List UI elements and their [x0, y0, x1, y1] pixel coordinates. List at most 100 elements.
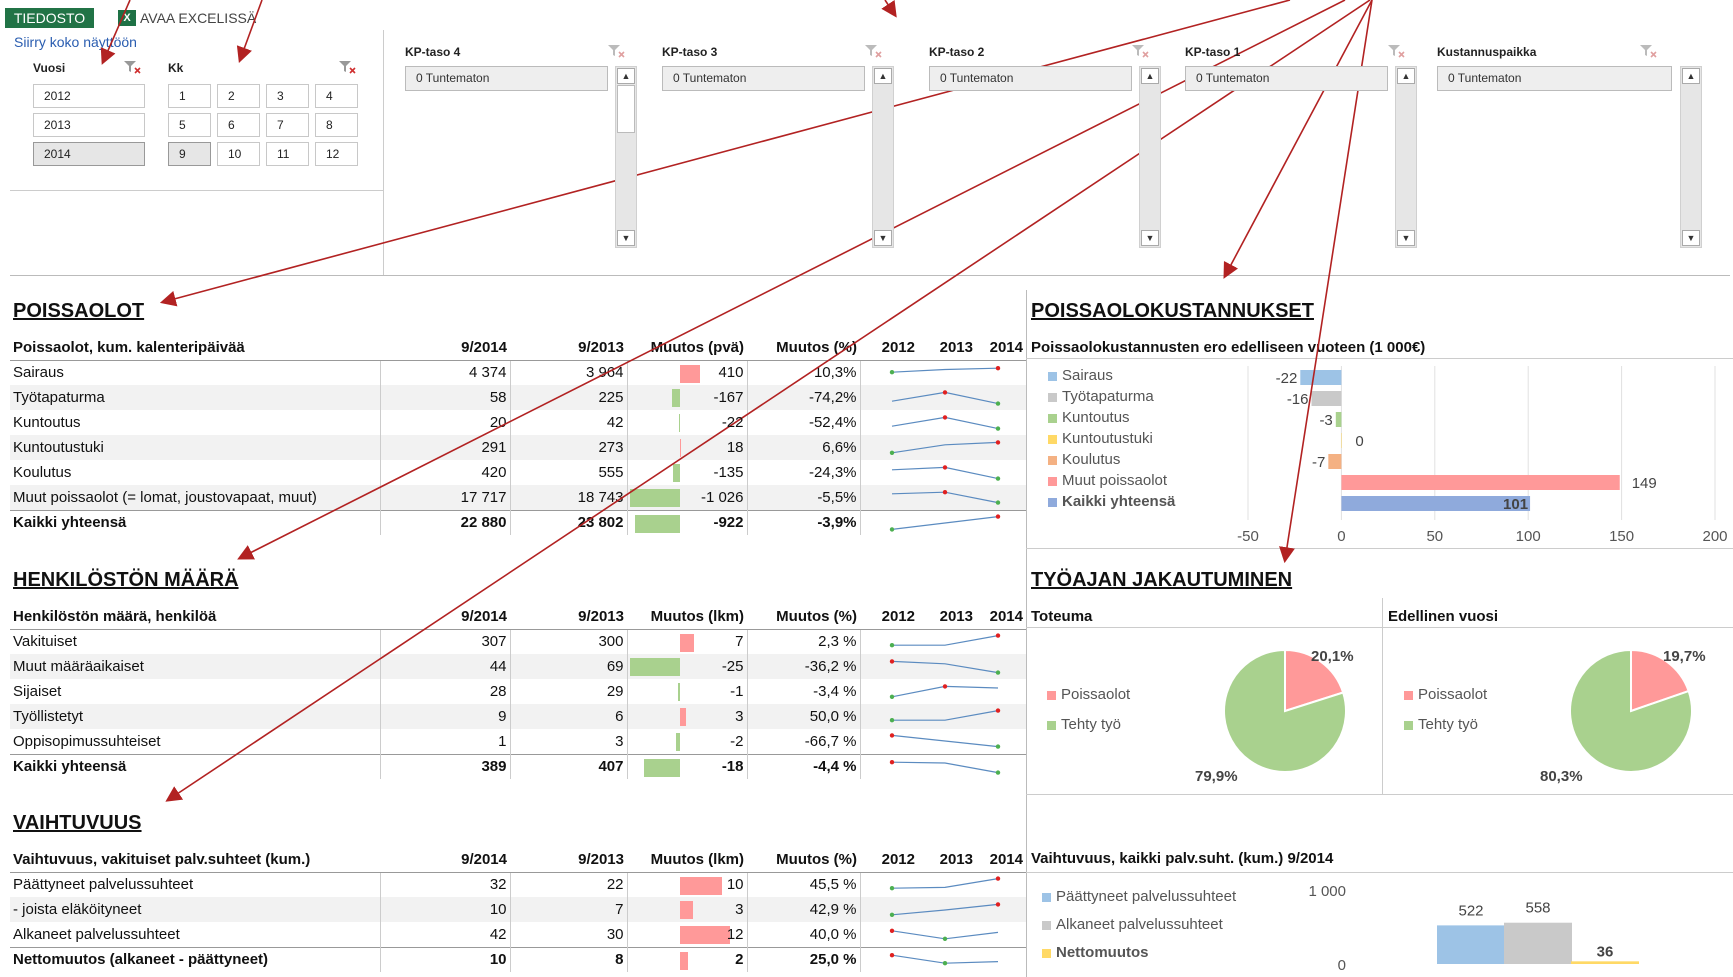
pie-value-label: 19,7%: [1663, 648, 1706, 665]
legend-swatch: [1048, 393, 1057, 402]
slicer-item[interactable]: 0 Tuntematon: [929, 66, 1132, 91]
scroll-down-icon[interactable]: ▼: [1141, 230, 1159, 246]
month-button-3[interactable]: 3: [266, 84, 309, 108]
legend-swatch: [1048, 456, 1057, 465]
legend-label: Työtapaturma: [1062, 388, 1154, 405]
scroll-down-icon[interactable]: ▼: [1682, 230, 1700, 246]
change-value: 3: [735, 901, 744, 918]
legend-swatch: [1042, 921, 1051, 930]
month-button-11[interactable]: 11: [266, 142, 309, 166]
legend-item: Kuntoutustuki: [1048, 430, 1153, 447]
legend-swatch: [1048, 498, 1057, 507]
change-value: -18: [721, 758, 744, 776]
legend-item: Poissaolot: [1047, 686, 1130, 703]
month-button-8[interactable]: 8: [315, 113, 358, 137]
change-value: -1: [730, 683, 744, 700]
change-value: -25: [721, 658, 744, 675]
month-button-2[interactable]: 2: [217, 84, 260, 108]
scroll-down-icon[interactable]: ▼: [874, 230, 892, 246]
legend-label: Tehty työ: [1061, 716, 1122, 733]
scroll-down-icon[interactable]: ▼: [617, 230, 635, 246]
clear-filter-icon[interactable]: [1131, 44, 1149, 58]
legend-label: Koulutus: [1062, 451, 1121, 468]
month-button-5[interactable]: 5: [168, 113, 211, 137]
scroll-up-icon[interactable]: ▲: [617, 68, 635, 84]
month-button-4[interactable]: 4: [315, 84, 358, 108]
legend-label: Kuntoutustuki: [1062, 430, 1153, 447]
slicer-title-4: KP-taso 1: [1185, 45, 1241, 59]
annotation-arrow: [236, 0, 263, 64]
legend-label: Muut poissaolot: [1062, 472, 1168, 489]
scroll-down-icon[interactable]: ▼: [1397, 230, 1415, 246]
clear-filter-icon[interactable]: [1639, 44, 1657, 58]
legend-label: Päättyneet palvelussuhteet: [1056, 888, 1237, 905]
slicer-title-1: KP-taso 4: [405, 45, 461, 59]
legend-label: Nettomuutos: [1056, 944, 1149, 961]
slicer-item[interactable]: 0 Tuntematon: [1437, 66, 1672, 91]
change-value: -135: [713, 464, 744, 481]
month-button-7[interactable]: 7: [266, 113, 309, 137]
clear-filter-icon[interactable]: [864, 44, 882, 58]
scroll-up-icon[interactable]: ▲: [1682, 68, 1700, 84]
change-value: 3: [735, 708, 744, 725]
legend-item: Sairaus: [1048, 367, 1113, 384]
slicer-item[interactable]: 0 Tuntematon: [405, 66, 608, 91]
change-value: -1 026: [700, 488, 744, 506]
slicer-scrollbar[interactable]: ▲ ▼: [1395, 66, 1417, 248]
legend-swatch: [1042, 893, 1051, 902]
scroll-thumb[interactable]: [617, 85, 635, 133]
slicer-item[interactable]: 0 Tuntematon: [1185, 66, 1388, 91]
slicer-scrollbar[interactable]: ▲ ▼: [872, 66, 894, 248]
legend-item: Päättyneet palvelussuhteet: [1042, 888, 1236, 905]
change-value: -167: [713, 389, 744, 406]
change-value: 7: [735, 633, 744, 651]
clear-filter-icon[interactable]: [1387, 44, 1405, 58]
legend-item: Alkaneet palvelussuhteet: [1042, 916, 1223, 933]
month-button-1[interactable]: 1: [168, 84, 211, 108]
legend-label: Poissaolot: [1061, 686, 1131, 703]
slicer-scrollbar[interactable]: ▲ ▼: [615, 66, 637, 248]
legend-item: Työtapaturma: [1048, 388, 1154, 405]
change-value: -922: [713, 514, 744, 532]
change-value: 10: [726, 876, 744, 894]
scroll-up-icon[interactable]: ▲: [874, 68, 892, 84]
annotation-arrow: [881, 0, 897, 18]
year-button-2014[interactable]: 2014: [33, 142, 145, 166]
legend-item: Poissaolot: [1404, 686, 1487, 703]
scroll-up-icon[interactable]: ▲: [1397, 68, 1415, 84]
change-value: 12: [726, 925, 744, 943]
scroll-up-icon[interactable]: ▲: [1141, 68, 1159, 84]
legend-item: Nettomuutos: [1042, 944, 1149, 961]
slicer-item[interactable]: 0 Tuntematon: [662, 66, 865, 91]
slicer-title-5: Kustannuspaikka: [1437, 45, 1537, 59]
legend-label: Kuntoutus: [1062, 409, 1130, 426]
slicer-scrollbar[interactable]: ▲ ▼: [1139, 66, 1161, 248]
change-value: -2: [730, 732, 744, 750]
slicer-title-2: KP-taso 3: [662, 45, 718, 59]
legend-label: Sairaus: [1062, 367, 1113, 384]
legend-swatch: [1404, 721, 1413, 730]
legend-swatch: [1047, 721, 1056, 730]
pie-value-label: 79,9%: [1195, 768, 1238, 785]
legend-swatch: [1048, 435, 1057, 444]
legend-label: Tehty työ: [1418, 716, 1479, 733]
legend-item: Kuntoutus: [1048, 409, 1130, 426]
month-button-10[interactable]: 10: [217, 142, 260, 166]
change-value: 18: [726, 439, 744, 456]
month-button-12[interactable]: 12: [315, 142, 358, 166]
change-value: -22: [721, 414, 744, 431]
month-button-9[interactable]: 9: [168, 142, 211, 166]
pie-value-label: 80,3%: [1540, 768, 1583, 785]
month-button-6[interactable]: 6: [217, 113, 260, 137]
slicer-scrollbar[interactable]: ▲ ▼: [1680, 66, 1702, 248]
legend-item: Tehty työ: [1404, 716, 1478, 733]
legend-swatch: [1048, 477, 1057, 486]
year-button-2013[interactable]: 2013: [33, 113, 145, 137]
legend-label: Poissaolot: [1418, 686, 1488, 703]
legend-item: Tehty työ: [1047, 716, 1121, 733]
year-button-2012[interactable]: 2012: [33, 84, 145, 108]
legend-swatch: [1404, 691, 1413, 700]
clear-filter-icon[interactable]: [607, 44, 625, 58]
legend-swatch: [1047, 691, 1056, 700]
legend-item: Koulutus: [1048, 451, 1120, 468]
